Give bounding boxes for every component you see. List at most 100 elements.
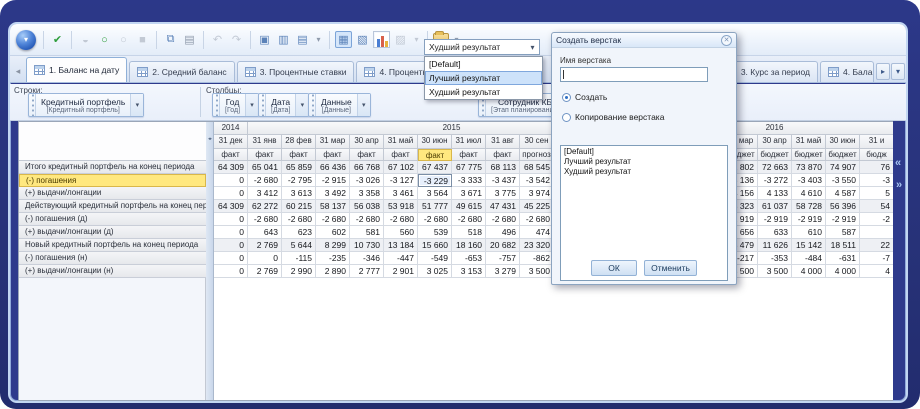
data-cell[interactable]: 581 — [350, 226, 384, 239]
data-cell[interactable]: 56 038 — [350, 200, 384, 213]
row-label[interactable]: (-) погашения (н) — [19, 252, 206, 265]
row-label[interactable]: Новый кредитный портфель на конец период… — [19, 239, 206, 252]
data-cell[interactable]: -447 — [384, 252, 418, 265]
data-cell[interactable]: -3 550 — [826, 174, 860, 187]
data-cell[interactable]: 62 272 — [248, 200, 282, 213]
drag-grip-icon[interactable] — [213, 94, 220, 116]
data-cell[interactable]: 23 320 — [520, 239, 554, 252]
data-cell[interactable]: 518 — [452, 226, 486, 239]
data-cell[interactable]: 22 — [860, 239, 893, 252]
data-cell[interactable]: 45 225 — [520, 200, 554, 213]
data-cell[interactable]: 0 — [214, 265, 248, 278]
drag-grip-icon[interactable] — [309, 94, 316, 116]
data-cell[interactable]: 3 974 — [520, 187, 554, 200]
data-cell[interactable]: 64 309 — [214, 161, 248, 174]
tabs-scroll-left-icon[interactable]: ◂ — [12, 62, 24, 80]
add-circle-icon[interactable]: ○ — [96, 31, 113, 48]
tabs-menu-button[interactable]: ▾ — [891, 63, 905, 80]
view-bar-chart-icon[interactable] — [373, 31, 390, 48]
data-cell[interactable]: 68 545 — [520, 161, 554, 174]
data-cell[interactable]: -2 680 — [520, 213, 554, 226]
window-export-icon[interactable]: ▣ — [256, 31, 273, 48]
row-label[interactable]: (-) погашения (д) — [19, 213, 206, 226]
data-cell[interactable]: -2 680 — [418, 213, 452, 226]
scroll-right-chevron-icon[interactable]: » — [896, 180, 902, 191]
type-header-cell[interactable]: факт — [486, 149, 520, 161]
type-header-cell[interactable]: бюджет — [758, 149, 792, 161]
type-header-cell[interactable]: бюдж — [860, 149, 893, 161]
data-cell[interactable]: 53 918 — [384, 200, 418, 213]
chevron-down-icon[interactable]: ▾ — [295, 94, 309, 116]
data-cell[interactable]: 0 — [248, 252, 282, 265]
data-cell[interactable]: 0 — [214, 174, 248, 187]
chevron-down-icon[interactable]: ▾ — [245, 94, 259, 116]
data-cell[interactable]: 67 102 — [384, 161, 418, 174]
dropdown-item[interactable]: [Default] — [425, 57, 542, 71]
data-cell[interactable]: 61 037 — [758, 200, 792, 213]
scenario-combobox[interactable]: Худший результат ▾ — [424, 39, 540, 55]
radio-copy-dot-icon[interactable] — [562, 112, 571, 122]
type-header-cell[interactable]: факт — [214, 149, 248, 161]
data-cell[interactable]: 10 730 — [350, 239, 384, 252]
data-cell[interactable]: 67 775 — [452, 161, 486, 174]
tab-3-процентные-ставки[interactable]: 3. Процентные ставки — [236, 61, 355, 82]
data-cell[interactable]: 3 671 — [452, 187, 486, 200]
data-cell[interactable]: 51 777 — [418, 200, 452, 213]
data-cell[interactable]: 623 — [282, 226, 316, 239]
data-cell[interactable]: 0 — [214, 239, 248, 252]
type-header-cell[interactable]: факт — [282, 149, 316, 161]
data-cell[interactable]: 20 682 — [486, 239, 520, 252]
data-cell[interactable]: -2 680 — [486, 213, 520, 226]
row-label[interactable]: Итого кредитный портфель на конец период… — [19, 161, 206, 174]
data-cell[interactable]: 4 000 — [792, 265, 826, 278]
data-cell[interactable]: 15 142 — [792, 239, 826, 252]
data-cell[interactable]: 3 775 — [486, 187, 520, 200]
ok-button[interactable]: ОК — [591, 260, 638, 276]
type-header-cell[interactable]: прогноз — [520, 149, 554, 161]
windows-cascade-icon[interactable]: ▥ — [275, 31, 292, 48]
tab-1-баланс-на-дату[interactable]: 1. Баланс на дату — [26, 57, 128, 82]
data-cell[interactable]: 4 — [860, 265, 893, 278]
data-cell[interactable]: 2 769 — [248, 239, 282, 252]
data-cell[interactable]: 65 041 — [248, 161, 282, 174]
data-cell[interactable]: -3 333 — [452, 174, 486, 187]
data-cell[interactable]: -115 — [282, 252, 316, 265]
data-cell[interactable]: 633 — [758, 226, 792, 239]
data-cell[interactable]: -2 680 — [248, 174, 282, 187]
data-cell[interactable]: 67 437 — [418, 161, 452, 174]
data-cell[interactable]: 3 461 — [384, 187, 418, 200]
data-cell[interactable]: 0 — [214, 252, 248, 265]
data-cell[interactable]: 74 907 — [826, 161, 860, 174]
data-cell[interactable]: 3 492 — [316, 187, 350, 200]
type-header-cell[interactable]: факт — [418, 149, 452, 161]
data-cell[interactable]: -353 — [758, 252, 792, 265]
redo-icon[interactable]: ↷ — [228, 31, 245, 48]
data-cell[interactable]: 66 436 — [316, 161, 350, 174]
image-window-caret-icon[interactable]: ▾ — [313, 31, 324, 48]
field-chip-год[interactable]: Год [Год] ▾ — [212, 93, 260, 117]
data-cell[interactable] — [860, 226, 893, 239]
stop-square-icon[interactable]: ■ — [134, 31, 151, 48]
data-cell[interactable]: -862 — [520, 252, 554, 265]
data-cell[interactable]: 5 — [860, 187, 893, 200]
data-cell[interactable]: 73 870 — [792, 161, 826, 174]
data-cell[interactable]: 47 431 — [486, 200, 520, 213]
field-chip-дата[interactable]: Дата [Дата] ▾ — [258, 93, 310, 117]
data-cell[interactable]: 58 728 — [792, 200, 826, 213]
clear-drop-icon[interactable]: ◒ — [77, 31, 94, 48]
field-chip-кредитный-портфель[interactable]: Кредитный портфель [Кредитный портфель] ▾ — [28, 93, 145, 117]
view-grid-chart-icon[interactable]: ▧ — [354, 31, 371, 48]
data-cell[interactable]: -3 229 — [418, 174, 452, 187]
row-label[interactable]: (+) выдачи/лонгации (н) — [19, 265, 206, 278]
chevron-down-icon[interactable]: ▾ — [356, 94, 370, 116]
type-header-cell[interactable]: факт — [248, 149, 282, 161]
data-cell[interactable]: 610 — [792, 226, 826, 239]
data-cell[interactable]: 496 — [486, 226, 520, 239]
row-area-splitter[interactable] — [206, 122, 214, 400]
radio-create[interactable]: Создать — [562, 92, 736, 102]
type-header-cell[interactable]: факт — [384, 149, 418, 161]
row-label[interactable]: Действующий кредитный портфель на конец … — [19, 200, 206, 213]
data-cell[interactable]: 539 — [418, 226, 452, 239]
data-cell[interactable]: 3 153 — [452, 265, 486, 278]
data-cell[interactable]: 72 663 — [758, 161, 792, 174]
